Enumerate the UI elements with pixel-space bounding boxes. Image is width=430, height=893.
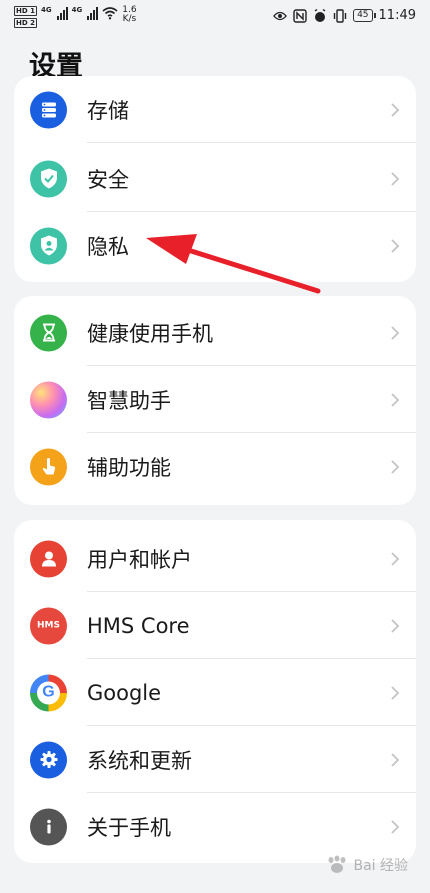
- alarm-icon: [314, 8, 326, 22]
- settings-group-1: 存储 安全 隐私: [14, 76, 416, 282]
- status-left: HD 1 HD 2 4G 4G 1.6 K/s: [14, 6, 137, 28]
- watermark: Bai 经验: [325, 855, 408, 875]
- settings-item-users-accounts[interactable]: 用户和帐户: [14, 525, 416, 592]
- settings-item-security[interactable]: 安全: [14, 145, 416, 212]
- settings-item-label: Google: [87, 680, 162, 705]
- hd-badges: HD 1 HD 2: [14, 6, 37, 28]
- settings-item-label: 系统和更新: [87, 748, 192, 773]
- settings-item-label: 存储: [87, 98, 129, 123]
- battery-indicator: 45: [353, 9, 377, 22]
- settings-item-label: 用户和帐户: [87, 547, 192, 572]
- network-speed: 1.6 K/s: [122, 6, 136, 24]
- settings-group-3: 用户和帐户 HMS HMS Core G Google 系统和更新 关于手机: [14, 520, 416, 863]
- wifi-icon: [102, 7, 118, 20]
- hms-icon: HMS: [30, 607, 67, 644]
- settings-item-label: 隐私: [87, 234, 129, 259]
- paw-logo-icon: [328, 855, 346, 873]
- hms-icon-text: HMS: [37, 620, 60, 631]
- speed-unit: K/s: [122, 14, 137, 24]
- signal1-icon: [56, 6, 68, 20]
- hand-touch-icon: [30, 448, 67, 485]
- settings-item-assistant[interactable]: 智慧助手: [14, 366, 416, 433]
- chevron-right-icon: [391, 392, 400, 407]
- settings-item-digital-balance[interactable]: 健康使用手机: [14, 299, 416, 366]
- chevron-right-icon: [391, 551, 400, 566]
- signal2-icon: [87, 6, 99, 20]
- status-bar: HD 1 HD 2 4G 4G 1.6 K/s 45 11:49: [0, 0, 430, 34]
- settings-item-system-update[interactable]: 系统和更新: [14, 726, 416, 793]
- nfc-icon: [293, 8, 307, 23]
- settings-item-label: 关于手机: [87, 815, 171, 840]
- settings-item-label: HMS Core: [87, 613, 190, 638]
- assistant-orb-icon: [30, 381, 67, 418]
- chevron-right-icon: [391, 752, 400, 767]
- hd2-badge: HD 2: [14, 18, 37, 28]
- chevron-right-icon: [391, 685, 400, 700]
- chevron-right-icon: [391, 618, 400, 633]
- settings-item-label: 安全: [87, 167, 129, 192]
- chevron-right-icon: [391, 459, 400, 474]
- divider: [87, 142, 416, 143]
- settings-item-label: 智慧助手: [87, 388, 171, 413]
- clock: 11:49: [378, 8, 416, 23]
- google-icon: G: [30, 674, 67, 711]
- status-right: 45 11:49: [273, 8, 416, 23]
- settings-item-label: 健康使用手机: [87, 321, 213, 346]
- info-icon: [30, 808, 67, 845]
- storage-icon: [30, 91, 67, 128]
- chevron-right-icon: [391, 325, 400, 340]
- settings-item-accessibility[interactable]: 辅助功能: [14, 433, 416, 500]
- settings-item-storage[interactable]: 存储: [14, 76, 416, 143]
- watermark-text: Bai 经验: [353, 858, 408, 874]
- network1-label: 4G: [40, 6, 52, 14]
- settings-item-privacy[interactable]: 隐私: [14, 212, 416, 279]
- chevron-right-icon: [391, 102, 400, 117]
- gear-icon: [30, 741, 67, 778]
- settings-item-google[interactable]: G Google: [14, 659, 416, 726]
- security-shield-icon: [30, 160, 67, 197]
- eye-icon: [273, 11, 288, 20]
- hourglass-icon: [30, 314, 67, 351]
- hd1-badge: HD 1: [14, 6, 37, 16]
- chevron-right-icon: [391, 171, 400, 186]
- chevron-right-icon: [391, 238, 400, 253]
- user-icon: [30, 540, 67, 577]
- privacy-shield-icon: [30, 227, 67, 264]
- settings-group-2: 健康使用手机 智慧助手 辅助功能: [14, 296, 416, 505]
- vibrate-icon: [333, 8, 347, 23]
- network2-label: 4G: [71, 6, 83, 14]
- settings-item-about-phone[interactable]: 关于手机: [14, 793, 416, 860]
- chevron-right-icon: [391, 819, 400, 834]
- settings-item-label: 辅助功能: [87, 455, 171, 480]
- settings-item-hms-core[interactable]: HMS HMS Core: [14, 592, 416, 659]
